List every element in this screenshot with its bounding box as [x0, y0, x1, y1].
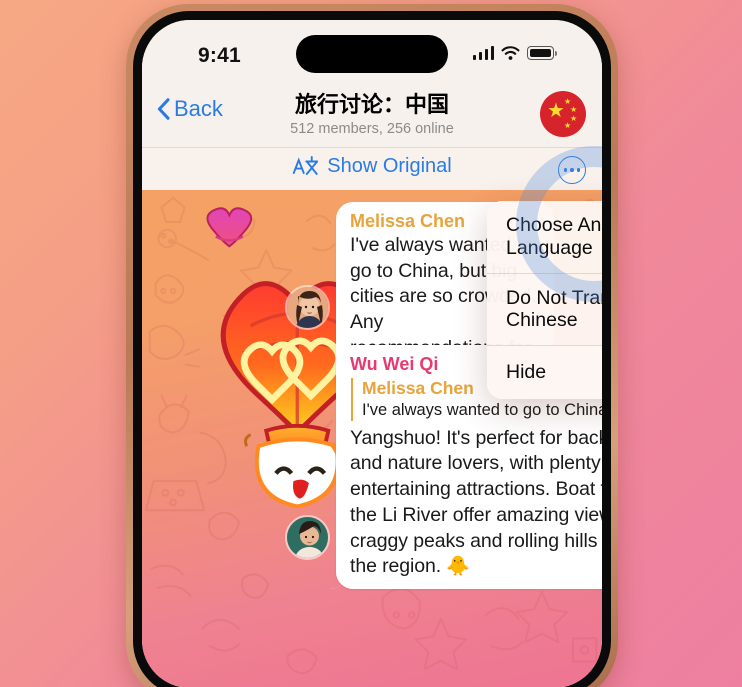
translate-bar: Show Original	[142, 147, 602, 190]
phone-screen: Melissa Chen I've always wanted to go to…	[142, 20, 602, 687]
chat-subtitle: 512 members, 256 online	[290, 121, 454, 138]
phone-bezel: Melissa Chen I've always wanted to go to…	[133, 11, 611, 687]
page-title: 旅行讨论：中国	[294, 92, 449, 117]
more-circle-icon[interactable]	[558, 156, 586, 184]
menu-item-label: Hide	[506, 361, 547, 384]
reply-quote-text: I've always wanted to go to China...	[362, 401, 602, 419]
signal-bars-icon	[472, 46, 494, 60]
status-time: 9:41	[198, 44, 241, 67]
translation-context-menu[interactable]: Choose Another Language Do Not Translate…	[487, 201, 602, 400]
show-original-label: Show Original	[327, 155, 452, 177]
chevron-left-icon	[157, 98, 170, 120]
menu-item-label: Choose Another Language	[506, 214, 602, 259]
battery-icon	[527, 46, 557, 60]
message-text: Yangshuo! It's perfect for backpackers a…	[350, 426, 602, 580]
menu-item-hide[interactable]: Hide	[487, 345, 602, 399]
back-label: Back	[174, 96, 223, 121]
avatar-melissa-chen[interactable]	[285, 285, 330, 330]
chat-header: Back 旅行讨论：中国 512 members, 256 online ★ ★…	[142, 80, 602, 147]
phone-frame: Melissa Chen I've always wanted to go to…	[126, 4, 618, 687]
dynamic-island	[296, 35, 448, 73]
back-button[interactable]: Back	[157, 96, 223, 122]
menu-item-label: Do Not Translate Chinese	[506, 286, 602, 332]
flag-star-4: ★	[564, 121, 572, 130]
china-flag-avatar[interactable]: ★ ★ ★ ★ ★	[540, 91, 586, 137]
chat-title-block[interactable]: 旅行讨论：中国 512 members, 256 online	[222, 92, 522, 137]
status-bar: 9:41	[142, 20, 602, 80]
status-indicators	[472, 46, 557, 60]
message-text-body: Yangshuo! It's perfect for backpackers a…	[350, 426, 602, 578]
wifi-icon	[501, 46, 520, 60]
flag-star-large: ★	[547, 100, 565, 122]
chick-emoji: 🐥	[446, 556, 470, 578]
menu-item-do-not-translate-chinese[interactable]: Do Not Translate Chinese	[487, 272, 602, 346]
menu-item-choose-another-language[interactable]: Choose Another Language	[487, 201, 602, 273]
translate-icon	[292, 156, 319, 175]
show-original-button[interactable]: Show Original	[292, 155, 452, 178]
avatar-wu-wei-qi[interactable]	[285, 515, 330, 560]
flag-star-2: ★	[570, 105, 578, 114]
